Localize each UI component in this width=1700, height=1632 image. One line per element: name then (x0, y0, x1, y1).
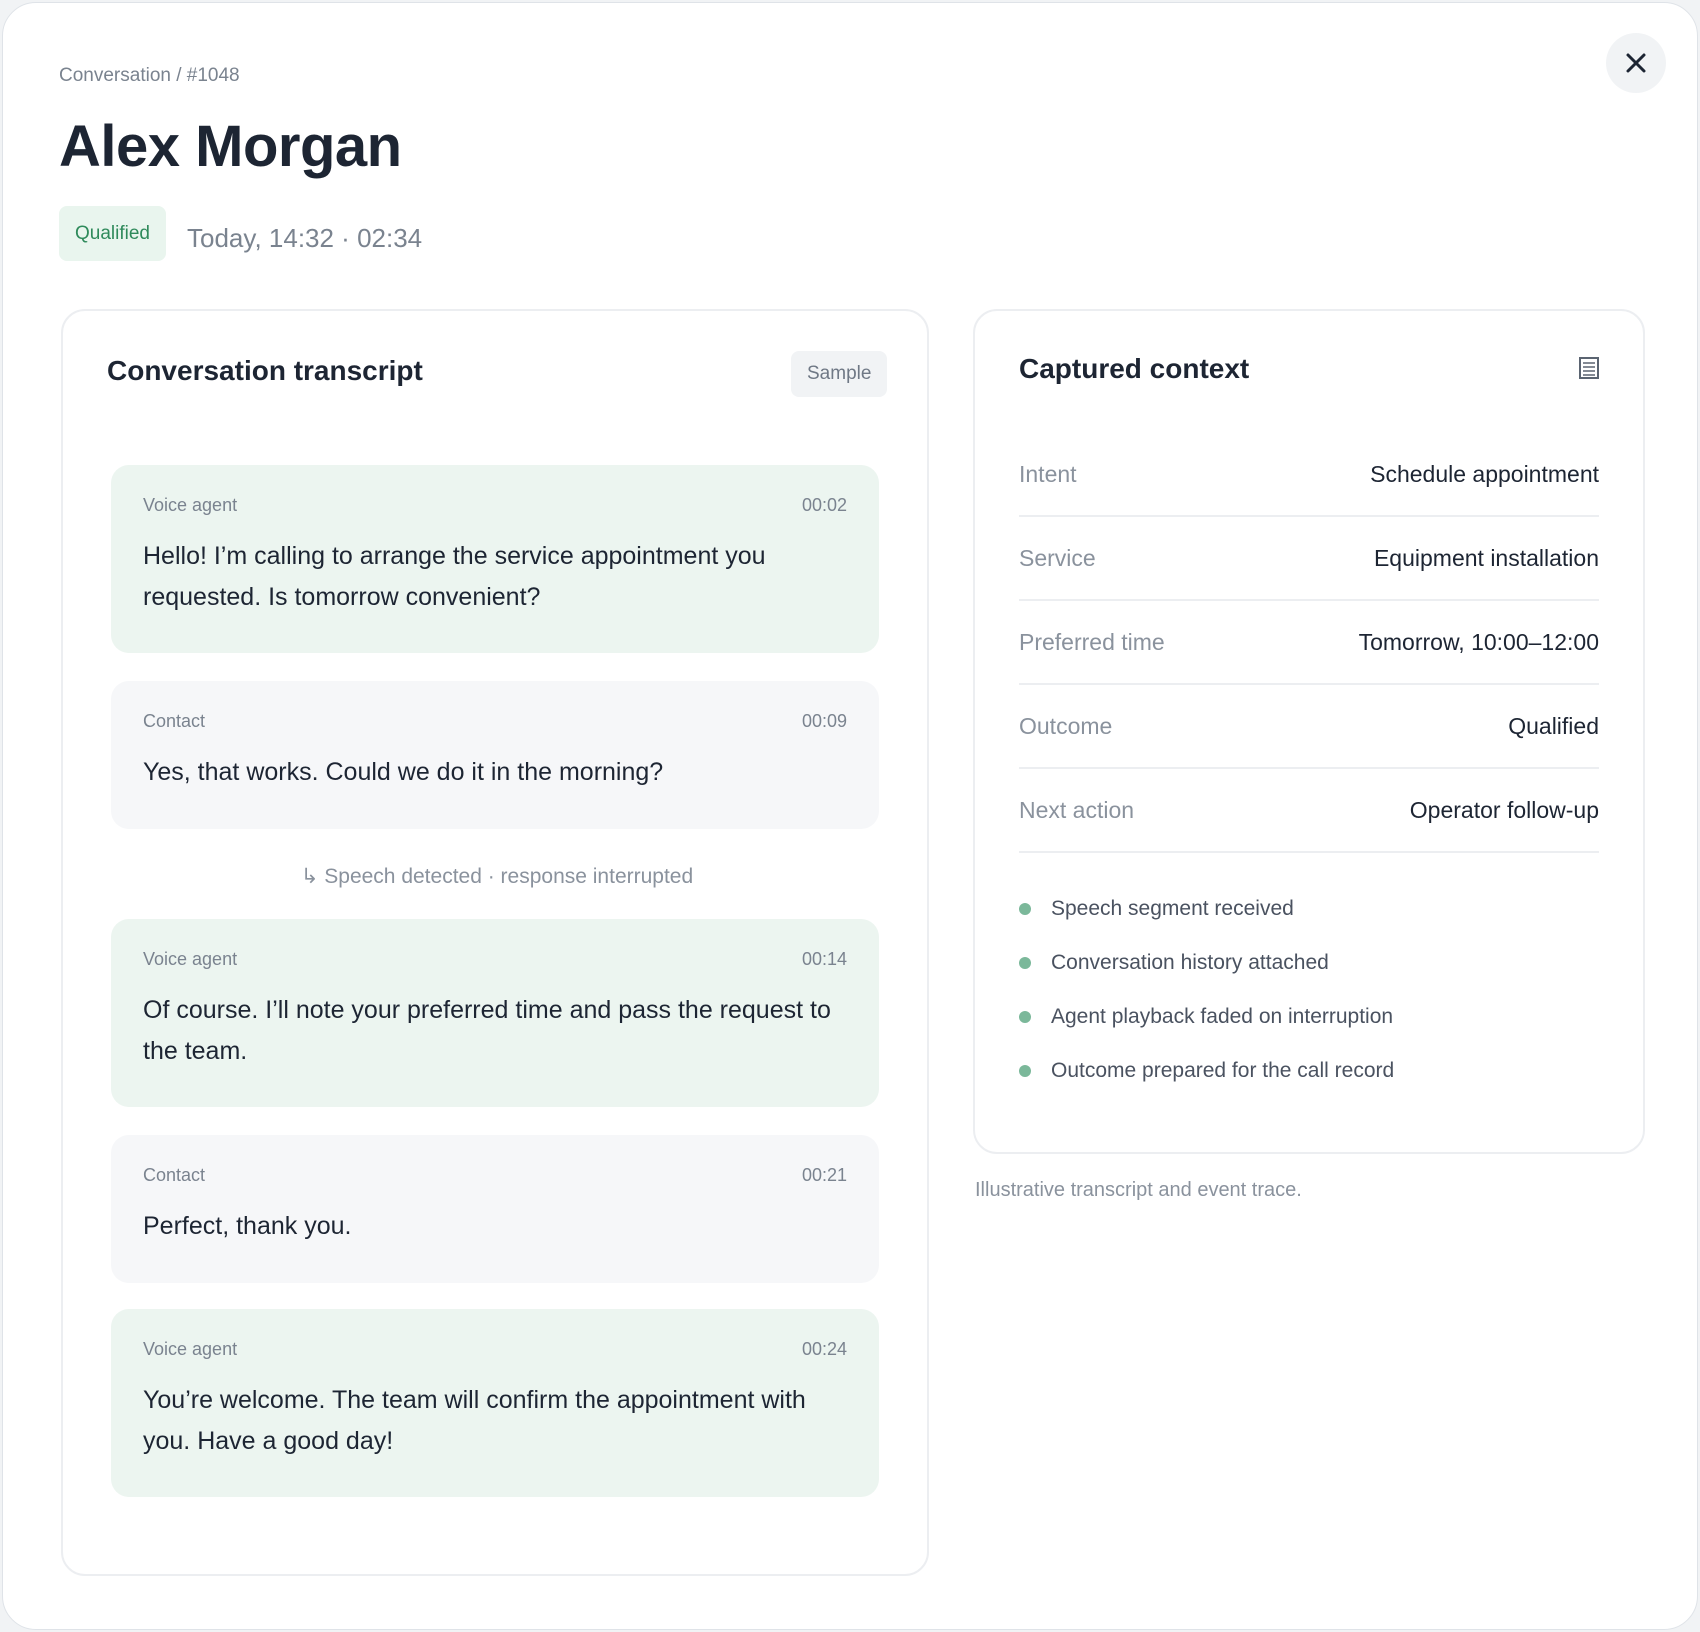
event-text: Conversation history attached (1051, 951, 1329, 974)
context-card: Captured context Intent Schedule appoint… (973, 309, 1645, 1154)
message-speaker: Contact (143, 711, 206, 731)
message-contact: Contact 00:09 Yes, that works. Could we … (111, 681, 879, 829)
context-value: Operator follow-up (1409, 796, 1599, 823)
context-row-preferred-time: Preferred time Tomorrow, 10:00–12:00 (1019, 601, 1599, 685)
context-row-intent: Intent Schedule appointment (1019, 433, 1599, 517)
context-value: Equipment installation (1373, 544, 1599, 571)
context-label: Service (1019, 544, 1096, 571)
breadcrumb: Conversation / #1048 (59, 65, 240, 86)
close-button[interactable] (1606, 33, 1666, 93)
context-row-next-action: Next action Operator follow-up (1019, 769, 1599, 853)
message-text: Yes, that works. Could we do it in the m… (143, 758, 664, 786)
context-row-service: Service Equipment installation (1019, 517, 1599, 601)
message-time: 00:09 (801, 711, 847, 731)
status-dot-icon (1019, 957, 1031, 969)
footnote: Illustrative transcript and event trace. (975, 1179, 1302, 1201)
message-text: Perfect, thank you. (143, 1212, 352, 1240)
close-icon (1626, 53, 1646, 73)
message-agent: Voice agent 00:14 Of course. I’ll note y… (111, 919, 879, 1107)
message-time: 00:24 (801, 1339, 847, 1359)
message-speaker: Voice agent (143, 1339, 238, 1359)
interruption-note: ↳ Speech detected · response interrupted (300, 865, 694, 888)
context-label: Outcome (1019, 712, 1113, 739)
message-speaker: Voice agent (143, 949, 238, 969)
sample-tag: Sample (791, 351, 888, 397)
context-label: Preferred time (1019, 628, 1165, 655)
transcript-card: Conversation transcript Sample Voice age… (61, 309, 929, 1576)
event-item: Outcome prepared for the call record (1019, 1059, 1394, 1083)
message-time: 00:14 (801, 949, 847, 969)
context-label: Next action (1019, 796, 1135, 823)
event-text: Agent playback faded on interruption (1051, 1005, 1394, 1028)
context-label: Intent (1019, 460, 1077, 487)
message-speaker: Voice agent (143, 495, 238, 515)
message-text: Hello! I’m calling to arrange the servic… (143, 542, 766, 611)
context-title: Captured context (1019, 353, 1250, 384)
event-item: Conversation history attached (1019, 951, 1329, 975)
message-time: 00:02 (801, 495, 847, 515)
event-text: Outcome prepared for the call record (1051, 1059, 1395, 1082)
event-text: Speech segment received (1051, 897, 1294, 920)
message-agent: Voice agent 00:02 Hello! I’m calling to … (111, 465, 879, 653)
document-icon (1579, 357, 1599, 379)
conversation-modal: Conversation / #1048 Alex Morgan Qualifi… (2, 2, 1698, 1630)
context-value: Tomorrow, 10:00–12:00 (1358, 628, 1599, 655)
message-speaker: Contact (143, 1165, 206, 1185)
context-row-outcome: Outcome Qualified (1019, 685, 1599, 769)
transcript-title: Conversation transcript (107, 355, 423, 386)
status-dot-icon (1019, 1011, 1031, 1023)
message-text: Of course. I’ll note your preferred time… (143, 996, 831, 1065)
page-title: Alex Morgan (59, 114, 402, 179)
status-badge: Qualified (59, 206, 166, 261)
event-item: Agent playback faded on interruption (1019, 1005, 1393, 1029)
status-dot-icon (1019, 903, 1031, 915)
message-text: You’re welcome. The team will confirm th… (143, 1386, 806, 1455)
call-meta: Today, 14:32 · 02:34 (187, 223, 423, 253)
event-item: Speech segment received (1019, 897, 1294, 921)
message-contact: Contact 00:21 Perfect, thank you. (111, 1135, 879, 1283)
message-time: 00:21 (801, 1165, 847, 1185)
context-value: Qualified (1508, 712, 1599, 739)
message-agent: Voice agent 00:24 You’re welcome. The te… (111, 1309, 879, 1497)
status-dot-icon (1019, 1065, 1031, 1077)
context-value: Schedule appointment (1370, 460, 1599, 487)
